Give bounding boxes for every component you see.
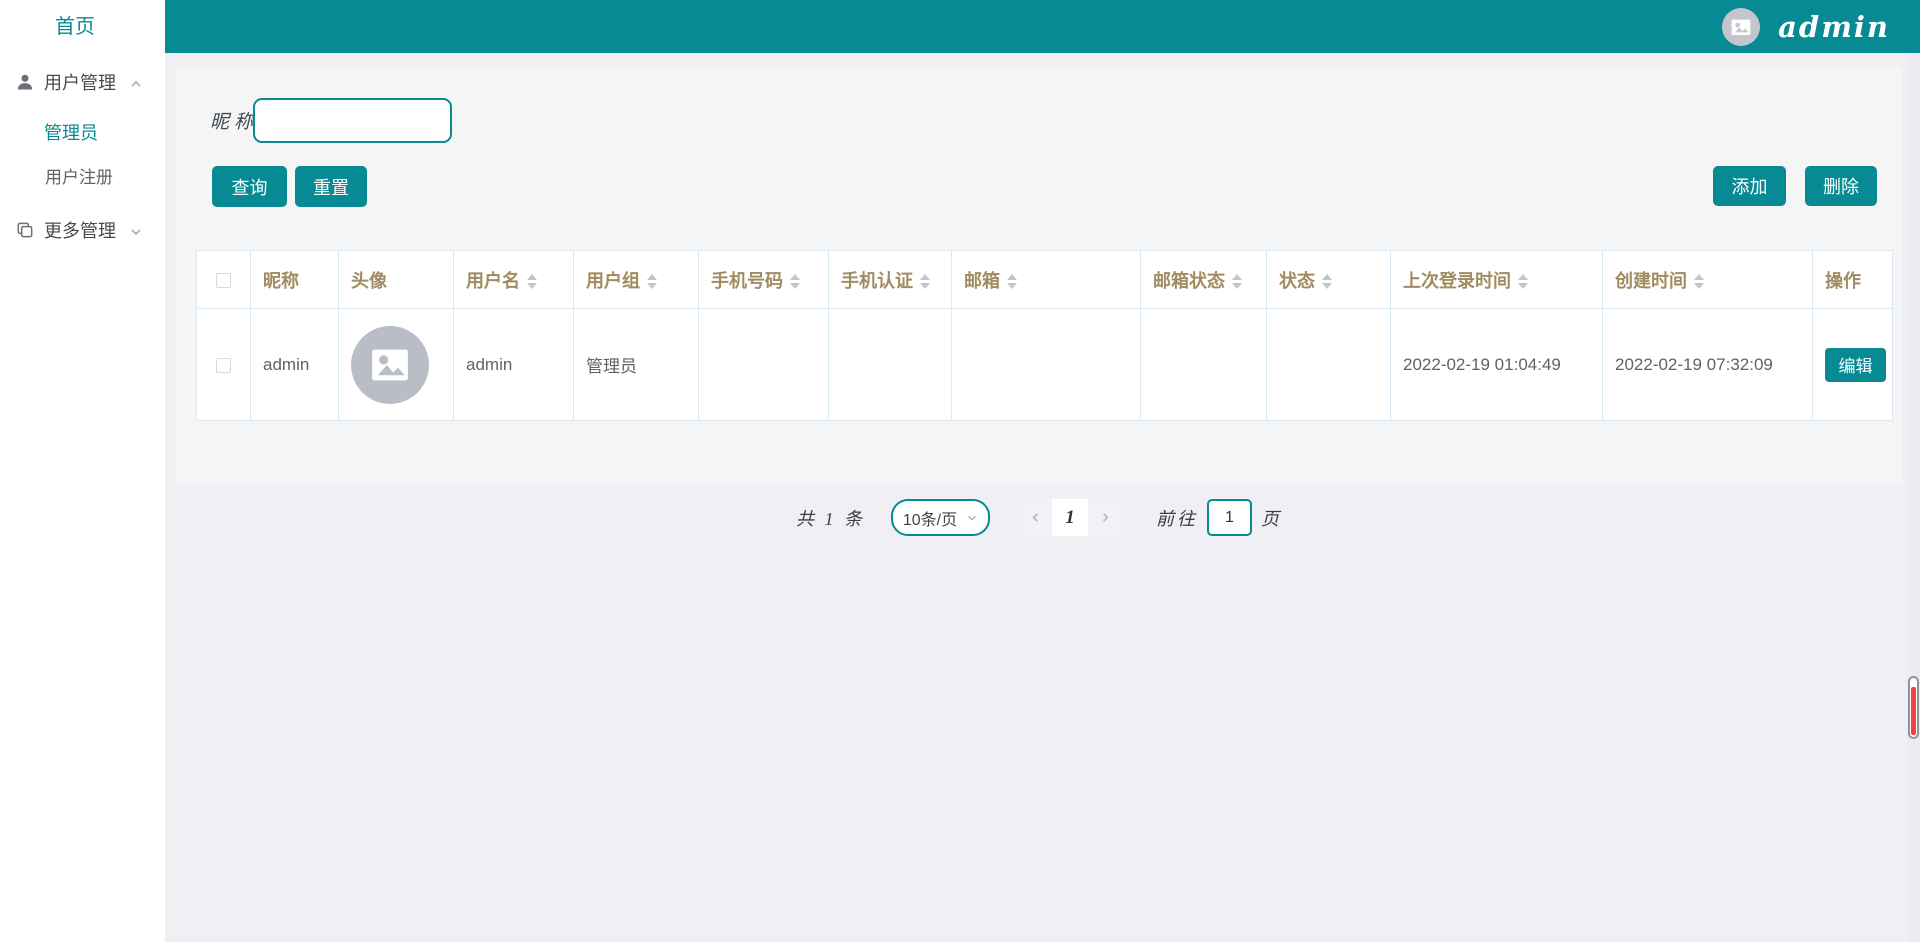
chevron-right-icon — [1102, 513, 1109, 522]
logged-in-username[interactable]: admin — [1778, 10, 1890, 44]
chevron-down-icon — [968, 515, 977, 521]
column-header-email-status[interactable]: 邮箱状态 — [1140, 250, 1267, 309]
sort-icon[interactable] — [790, 274, 800, 290]
sidebar-item-label: 更多管理 — [44, 221, 116, 241]
reset-button[interactable]: 重置 — [295, 166, 367, 207]
cell-action: 编辑 — [1812, 308, 1893, 421]
cell-user-group: 管理员 — [573, 308, 699, 421]
cell-phone-auth — [828, 308, 952, 421]
page-size-select[interactable]: 10条/页 — [891, 499, 990, 536]
table-row: admin admin 管理员 2022-02-19 01:04:49 2022… — [196, 308, 1893, 421]
column-header-user-group[interactable]: 用户组 — [573, 250, 699, 309]
top-header-bar: admin — [165, 0, 1920, 53]
goto-label: 前往 — [1156, 508, 1198, 529]
cell-nickname: admin — [250, 308, 339, 421]
sort-icon[interactable] — [920, 274, 930, 290]
query-button[interactable]: 查询 — [212, 166, 287, 207]
chevron-down-icon — [129, 223, 143, 237]
user-avatar[interactable] — [1722, 7, 1761, 46]
sort-icon[interactable] — [1322, 274, 1332, 290]
column-header-avatar: 头像 — [338, 250, 454, 309]
column-header-nickname: 昵称 — [250, 250, 339, 309]
column-header-last-login[interactable]: 上次登录时间 — [1390, 250, 1603, 309]
cell-create-time: 2022-02-19 07:32:09 — [1602, 308, 1813, 421]
sidebar: 首页 用户管理 管理员 用户注册 更多管理 — [0, 0, 165, 942]
column-header-phone-auth[interactable]: 手机认证 — [828, 250, 952, 309]
image-placeholder-icon — [372, 349, 408, 380]
user-table: 昵称 头像 用户名 用户组 手机号码 手机认证 邮箱 邮箱状态 状态 上次登录时… — [196, 250, 1893, 421]
column-header-email[interactable]: 邮箱 — [951, 250, 1141, 309]
sidebar-item-user-management[interactable]: 用户管理 — [0, 62, 165, 102]
layers-icon — [15, 220, 35, 240]
prev-page-button[interactable] — [1018, 499, 1052, 536]
column-header-create-time[interactable]: 创建时间 — [1602, 250, 1813, 309]
row-checkbox[interactable] — [216, 357, 231, 373]
row-avatar — [351, 325, 429, 404]
select-all-checkbox[interactable] — [216, 272, 231, 288]
column-header-status[interactable]: 状态 — [1266, 250, 1391, 309]
sidebar-item-more-management[interactable]: 更多管理 — [0, 210, 165, 250]
sort-icon[interactable] — [647, 274, 657, 290]
scrollbar-track — [1907, 53, 1920, 942]
table-header-row: 昵称 头像 用户名 用户组 手机号码 手机认证 邮箱 邮箱状态 状态 上次登录时… — [196, 250, 1893, 309]
scrollbar-thumb[interactable] — [1908, 676, 1919, 739]
sidebar-item-home[interactable]: 首页 — [0, 10, 150, 39]
cell-email — [951, 308, 1141, 421]
add-button[interactable]: 添加 — [1713, 166, 1786, 206]
nickname-label: 昵称 — [210, 112, 259, 133]
cell-status — [1266, 308, 1391, 421]
scrollbar-thumb-fill — [1911, 687, 1916, 735]
sort-icon[interactable] — [1518, 274, 1528, 290]
page-unit-label: 页 — [1261, 508, 1282, 529]
next-page-button[interactable] — [1088, 499, 1122, 536]
delete-button[interactable]: 删除 — [1805, 166, 1877, 206]
sidebar-item-user-register[interactable]: 用户注册 — [0, 157, 165, 193]
nickname-input[interactable] — [253, 98, 452, 143]
cell-username: admin — [453, 308, 574, 421]
goto-page-input[interactable] — [1207, 499, 1252, 536]
goto-page-group: 前往 页 — [1156, 499, 1282, 536]
sort-icon[interactable] — [1232, 274, 1242, 290]
column-header-username[interactable]: 用户名 — [453, 250, 574, 309]
user-icon — [15, 72, 35, 92]
sidebar-item-administrator[interactable]: 管理员 — [0, 114, 165, 150]
cell-last-login: 2022-02-19 01:04:49 — [1390, 308, 1603, 421]
sort-icon[interactable] — [1007, 274, 1017, 290]
sort-icon[interactable] — [527, 274, 537, 290]
cell-avatar — [338, 308, 454, 421]
column-header-phone[interactable]: 手机号码 — [698, 250, 829, 309]
chevron-left-icon — [1031, 513, 1038, 522]
sidebar-item-label: 用户管理 — [44, 73, 116, 93]
cell-email-status — [1140, 308, 1267, 421]
total-count-label: 共 1 条 — [796, 508, 865, 529]
sort-icon[interactable] — [1694, 274, 1704, 290]
cell-phone — [698, 308, 829, 421]
chevron-up-icon — [129, 75, 143, 89]
current-page-number[interactable]: 1 — [1052, 499, 1088, 536]
edit-button[interactable]: 编辑 — [1825, 347, 1886, 382]
content-panel: 昵称 查询 重置 添加 删除 昵称 头像 用户名 用户组 手机号码 手机认证 邮… — [176, 67, 1902, 536]
image-placeholder-icon — [1731, 19, 1751, 35]
column-header-action: 操作 — [1812, 250, 1893, 309]
page-navigation: 1 — [1018, 499, 1122, 536]
pagination: 共 1 条 10条/页 1 前往 页 — [176, 499, 1902, 536]
